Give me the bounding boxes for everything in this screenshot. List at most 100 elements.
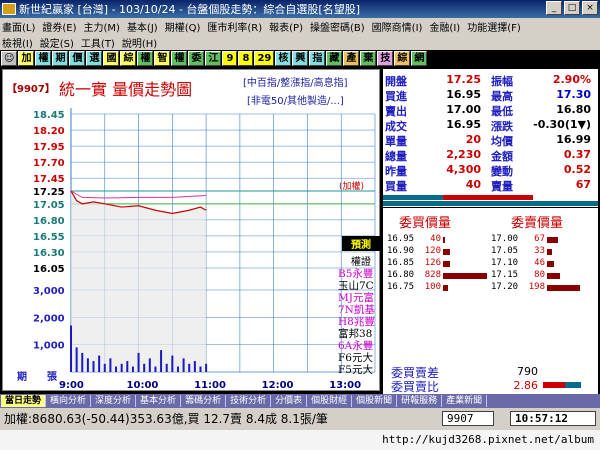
toolbar-button[interactable]: 綜 [394, 51, 411, 66]
quote-row: 均價 16.99 [491, 133, 596, 148]
toolbar-button[interactable]: 興 [292, 51, 309, 66]
tab[interactable]: 分價表 [271, 395, 308, 407]
tab[interactable]: 研報服務 [397, 395, 443, 407]
bottom-tab-bar: 當日走勢 橫向分析 深度分析 基本分析 籌碼分析 技術分析 分價表 個股財經 個股新聞 研報服務產… [0, 394, 600, 408]
menu-item[interactable]: 基本(J) [127, 19, 158, 34]
menu-item[interactable]: 畫面(L) [2, 19, 35, 34]
toolbar-button[interactable]: 9 [222, 51, 238, 66]
quote-value: 16.95 [446, 118, 481, 131]
tab[interactable]: 籌碼分析 [181, 395, 227, 407]
tab[interactable]: 當日走勢 [1, 395, 47, 407]
quote-label: 賣量 [491, 180, 513, 193]
toolbar-button[interactable]: 權 [35, 51, 52, 66]
quote-label: 賣出 [385, 105, 407, 118]
toolbar-button[interactable]: 棄 [360, 51, 377, 66]
bid-row: 16.75 100 [387, 282, 487, 294]
ask-qty: 46 [534, 258, 545, 268]
broker-item[interactable]: MJ元富 [338, 292, 382, 304]
stock-code-input[interactable]: 9907 [442, 411, 494, 426]
volume-bar [86, 358, 89, 372]
menu-item[interactable]: 操盤密碼(B) [310, 19, 365, 34]
menu-item[interactable]: 國際商情(I) [372, 19, 423, 34]
toolbar-button[interactable]: 國 [103, 51, 120, 66]
toolbar-button[interactable]: 技 [377, 51, 394, 66]
price-tick-label: 17.25 [33, 187, 65, 198]
volume-tick-label: 1,000 [33, 341, 65, 352]
price-volume-chart[interactable]: 18.45 18.20 17.95 17.70 17.45 17.25 17.05 16.80… [2, 69, 380, 391]
toolbar-button[interactable]: 價 [69, 51, 86, 66]
toolbar-button[interactable]: 藏 [326, 51, 343, 66]
menu-item[interactable]: 說明(H) [122, 35, 157, 50]
broker-item[interactable]: F6元大 [338, 352, 382, 364]
toolbar-button[interactable]: 網 [411, 51, 428, 66]
toolbar-button[interactable]: 委 [188, 51, 205, 66]
tab[interactable]: 基本分析 [136, 395, 182, 407]
chart-index-tags[interactable]: [中百指/整漲指/高息指] [243, 74, 348, 89]
menu-item[interactable]: 金融(I) [429, 19, 460, 34]
forecast-header[interactable]: 預測 [342, 236, 380, 251]
toolbar-button[interactable]: 29 [254, 51, 275, 66]
toolbar-button[interactable]: 產 [343, 51, 360, 66]
menu-row-1: 畫面(L) 證券(E) 主力(M) 基本(J) 期權(Q) 匯市利率(R) 報表(P) 操盤密… [0, 18, 600, 34]
tab[interactable]: 產業新聞 [442, 395, 488, 407]
toolbar-button[interactable]: 權 [171, 51, 188, 66]
quote-label: 單量 [385, 135, 407, 148]
volume-bar [171, 355, 174, 372]
bid-qty-bar [443, 285, 449, 291]
quote-row: 單量 20 [385, 133, 485, 148]
broker-item[interactable]: F5元大 [338, 364, 382, 376]
toolbar-button[interactable]: 8 [238, 51, 254, 66]
toolbar-button[interactable]: 期 [52, 51, 69, 66]
maximize-button[interactable]: □ [564, 1, 580, 15]
bid-qty: 100 [424, 282, 441, 292]
menu-item[interactable]: 主力(M) [84, 19, 120, 34]
price-tick-label: 16.05 [33, 264, 65, 275]
tab[interactable]: 深度分析 [91, 395, 137, 407]
toolbar-button[interactable]: 加 [18, 51, 35, 66]
chart-sector-tags[interactable]: [非電50/其他製造/...] [247, 92, 344, 107]
watermark-url: http://kujd3268.pixnet.net/album [0, 430, 600, 450]
tab[interactable]: 橫向分析 [46, 395, 92, 407]
broker-item[interactable]: 富邦38 [338, 328, 382, 340]
menu-item[interactable]: 工具(T) [81, 35, 115, 50]
menu-item[interactable]: 證券(E) [42, 19, 76, 34]
toolbar-button[interactable]: 選 [86, 51, 103, 66]
quote-label: 均價 [491, 135, 513, 148]
tab[interactable]: 技術分析 [226, 395, 272, 407]
volume-bar [137, 352, 140, 372]
close-button[interactable]: × [582, 1, 598, 15]
chart-canvas: 18.45 18.20 17.95 17.70 17.45 17.25 17.05 16.80… [17, 108, 376, 391]
quote-value: 40 [465, 178, 481, 191]
menu-item[interactable]: 期權(Q) [165, 19, 201, 34]
tab[interactable]: 個股財經 [307, 395, 353, 407]
toolbar-button[interactable]: 智 [154, 51, 171, 66]
quote-label: 最低 [491, 105, 513, 118]
quote-value: 16.80 [556, 103, 591, 116]
quote-row: 開盤 17.25 [385, 73, 485, 88]
broker-item[interactable]: 7N凱基 [338, 304, 382, 316]
toolbar-button[interactable]: ☺ [1, 51, 18, 66]
toolbar-button[interactable]: 綜 [120, 51, 137, 66]
broker-item[interactable]: 6A永豐 [338, 340, 382, 352]
tab[interactable]: 個股新聞 [352, 395, 398, 407]
ask-qty-bar [547, 273, 561, 279]
quote-row: 金額 0.37 [491, 148, 596, 163]
quote-value: 17.25 [446, 73, 481, 86]
toolbar-button[interactable]: 權 [137, 51, 154, 66]
volume-bar [160, 350, 163, 372]
menu-item[interactable]: 功能選擇(F) [467, 19, 521, 34]
toolbar-button[interactable]: 江 [205, 51, 222, 66]
quote-label: 買量 [385, 180, 407, 193]
quote-value: -0.30(1▼) [533, 118, 591, 131]
toolbar-button[interactable]: 核 [275, 51, 292, 66]
broker-item[interactable]: H8兆豐 [338, 316, 382, 328]
broker-item[interactable]: 玉山7C [338, 280, 382, 292]
menu-item[interactable]: 檢視(I) [2, 35, 33, 50]
minimize-button[interactable]: _ [546, 1, 562, 15]
toolbar-button[interactable]: 指 [309, 51, 326, 66]
menu-item[interactable]: 匯市利率(R) [207, 19, 262, 34]
ask-qty: 67 [534, 234, 545, 244]
menu-item[interactable]: 報表(P) [269, 19, 303, 34]
menu-item[interactable]: 設定(S) [40, 35, 74, 50]
broker-item[interactable]: B5永豐 [338, 268, 382, 280]
